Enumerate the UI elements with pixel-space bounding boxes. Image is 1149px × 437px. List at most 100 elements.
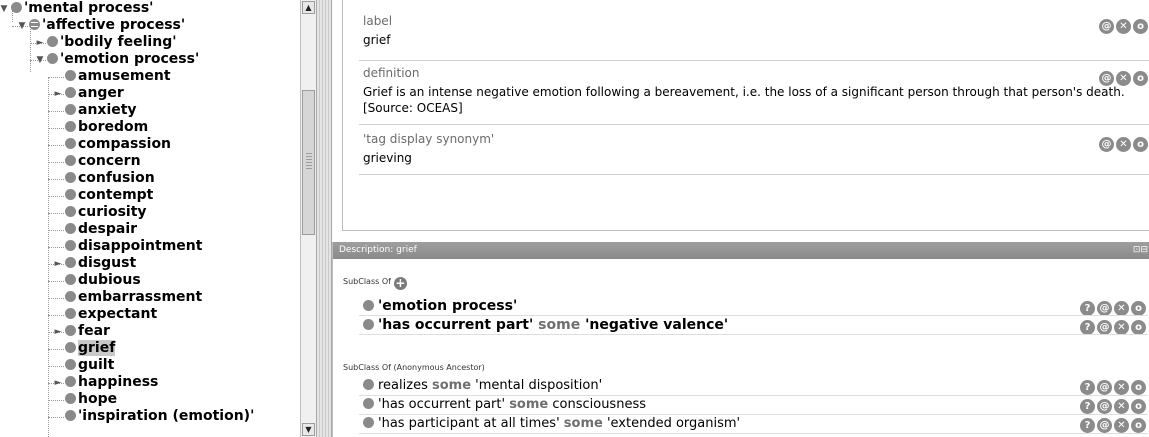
- tree-scrollbar[interactable]: ▲ ▼: [300, 0, 316, 437]
- tree-item[interactable]: boredom: [65, 119, 148, 136]
- collapse-toggle-icon[interactable]: ▼: [17, 21, 27, 31]
- annotate-icon[interactable]: @: [1099, 137, 1114, 152]
- tree-item[interactable]: disgust: [65, 255, 136, 272]
- annotation-value: grieving: [363, 151, 412, 165]
- tree-item[interactable]: guilt: [65, 357, 114, 374]
- tree-item[interactable]: 'affective process': [29, 17, 185, 34]
- tree-item[interactable]: grief: [65, 340, 116, 357]
- tree-item[interactable]: concern: [65, 153, 141, 170]
- explain-icon[interactable]: ?: [1080, 301, 1095, 316]
- tree-item[interactable]: 'bodily feeling': [47, 34, 177, 51]
- tree-item[interactable]: amusement: [65, 68, 171, 85]
- edit-icon[interactable]: o: [1131, 380, 1146, 395]
- annotate-icon[interactable]: @: [1099, 19, 1114, 34]
- explain-icon[interactable]: ?: [1080, 380, 1095, 395]
- explain-icon[interactable]: ?: [1080, 399, 1095, 414]
- edit-icon[interactable]: o: [1133, 19, 1148, 34]
- tree-item-label: embarrassment: [78, 289, 203, 305]
- annotation-actions: @ ✕ o: [1097, 132, 1148, 152]
- annotate-icon[interactable]: @: [1097, 380, 1112, 395]
- edit-icon[interactable]: o: [1131, 320, 1146, 335]
- annotate-icon[interactable]: @: [1097, 320, 1112, 335]
- tree-item[interactable]: anger: [65, 85, 124, 102]
- tree-item[interactable]: compassion: [65, 136, 171, 153]
- expand-toggle-icon[interactable]: ►: [53, 259, 63, 269]
- tree-item[interactable]: curiosity: [65, 204, 147, 221]
- scroll-down-button[interactable]: ▼: [302, 423, 315, 436]
- delete-icon[interactable]: ✕: [1116, 137, 1131, 152]
- axiom-text: 'negative valence': [580, 317, 729, 333]
- annotation-property: 'tag display synonym': [363, 132, 495, 146]
- annotate-icon[interactable]: @: [1097, 399, 1112, 414]
- explain-icon[interactable]: ?: [1080, 320, 1095, 335]
- edit-icon[interactable]: o: [1131, 399, 1146, 414]
- delete-icon[interactable]: ✕: [1114, 380, 1129, 395]
- expand-toggle-icon[interactable]: ►: [35, 38, 45, 48]
- section-title: SubClass Of: [343, 277, 391, 286]
- annotation-value: Grief is an intense negative emotion fol…: [363, 84, 1148, 116]
- axiom-text: 'has occurrent part': [378, 317, 539, 333]
- edit-icon[interactable]: o: [1131, 301, 1146, 316]
- tree-item-label: amusement: [78, 68, 171, 84]
- tree-item-label: curiosity: [78, 204, 147, 220]
- tree-item[interactable]: disappointment: [65, 238, 202, 255]
- axiom-row[interactable]: 'has occurrent part' some consciousness?…: [363, 396, 1148, 414]
- tree-item[interactable]: confusion: [65, 170, 155, 187]
- scroll-up-button[interactable]: ▲: [302, 1, 315, 14]
- tree-item[interactable]: 'mental process': [11, 0, 153, 17]
- tree-scroll-thumb[interactable]: [302, 90, 315, 235]
- tree-item[interactable]: contempt: [65, 187, 153, 204]
- tree-item[interactable]: 'emotion process': [47, 51, 199, 68]
- tree-item-label: boredom: [78, 119, 149, 135]
- tree-connector: [48, 111, 64, 112]
- row-divider: [359, 334, 1148, 335]
- delete-icon[interactable]: ✕: [1114, 320, 1129, 335]
- delete-icon[interactable]: ✕: [1114, 301, 1129, 316]
- edit-icon[interactable]: o: [1131, 418, 1146, 433]
- axiom-text: consciousness: [548, 397, 646, 412]
- description-title: Description: grief: [339, 245, 417, 255]
- axiom-keyword: some: [563, 416, 603, 431]
- tree-item-label: expectant: [78, 306, 158, 322]
- axiom-row[interactable]: 'emotion process'? @ ✕ o: [363, 297, 1148, 316]
- panel-splitter[interactable]: [316, 0, 332, 437]
- delete-icon[interactable]: ✕: [1114, 418, 1129, 433]
- expand-toggle-icon[interactable]: ►: [53, 89, 63, 99]
- tree-item-label: happiness: [78, 374, 159, 390]
- tree-item[interactable]: embarrassment: [65, 289, 202, 306]
- tree-item[interactable]: dubious: [65, 272, 141, 289]
- axiom-row[interactable]: realizes some 'mental disposition'? @ ✕ o: [363, 377, 1148, 395]
- tree-item[interactable]: despair: [65, 221, 137, 238]
- delete-icon[interactable]: ✕: [1116, 71, 1131, 86]
- expand-toggle-icon[interactable]: ►: [53, 327, 63, 337]
- tree-item[interactable]: happiness: [65, 374, 158, 391]
- tree-item-label: grief: [78, 340, 116, 356]
- tree-item[interactable]: hope: [65, 391, 117, 408]
- tree-item-label: hope: [78, 391, 118, 407]
- annotation-tag-display-synonym: 'tag display synonym' grieving @ ✕ o: [363, 132, 1148, 166]
- axiom-row[interactable]: 'has occurrent part' some 'negative vale…: [363, 316, 1148, 335]
- annotation-label: label grief @ ✕ o: [363, 14, 1148, 48]
- tree-item[interactable]: expectant: [65, 306, 157, 323]
- annotate-icon[interactable]: @: [1097, 418, 1112, 433]
- edit-icon[interactable]: o: [1133, 137, 1148, 152]
- view-options-icon[interactable]: ⊡⊟: [1133, 242, 1148, 259]
- collapse-toggle-icon[interactable]: ▼: [35, 55, 45, 65]
- edit-icon[interactable]: o: [1133, 71, 1148, 86]
- tree-item[interactable]: 'inspiration (emotion)': [65, 408, 254, 425]
- class-icon: [65, 155, 76, 166]
- explain-icon[interactable]: ?: [1080, 418, 1095, 433]
- tree-item[interactable]: anxiety: [65, 102, 137, 119]
- delete-icon[interactable]: ✕: [1114, 399, 1129, 414]
- add-superclass-button[interactable]: +: [393, 277, 407, 290]
- row-divider: [359, 433, 1148, 434]
- delete-icon[interactable]: ✕: [1116, 19, 1131, 34]
- tree-item[interactable]: fear: [65, 323, 110, 340]
- collapse-toggle-icon[interactable]: ▼: [0, 4, 9, 14]
- annotate-icon[interactable]: @: [1099, 71, 1114, 86]
- axiom-row[interactable]: 'has participant at all times' some 'ext…: [363, 415, 1148, 433]
- annotate-icon[interactable]: @: [1097, 301, 1112, 316]
- expand-toggle-icon[interactable]: ►: [53, 378, 63, 388]
- tree-connector: [48, 400, 64, 401]
- class-icon: [65, 342, 76, 353]
